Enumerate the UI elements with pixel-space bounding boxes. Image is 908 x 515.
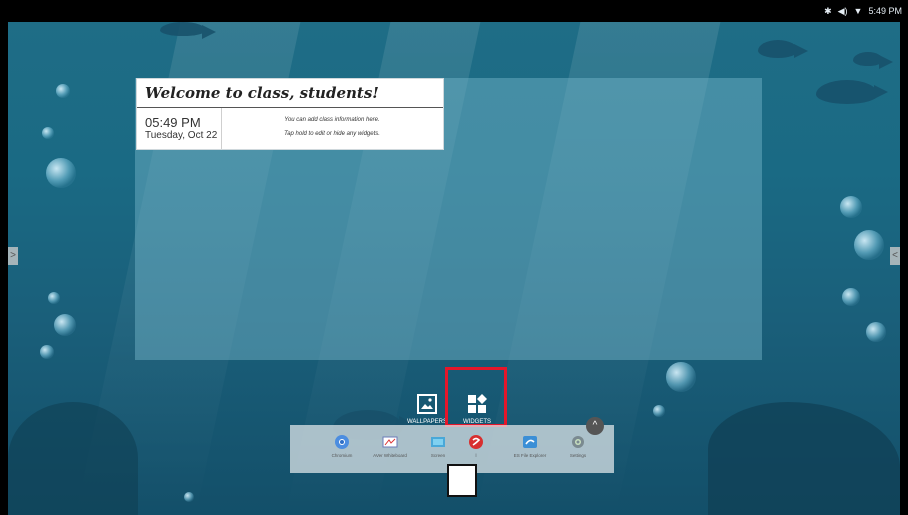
- bubble: [42, 127, 54, 139]
- fish-silhouette: [853, 52, 893, 69]
- chromium-icon: [335, 435, 349, 449]
- bubble: [54, 314, 76, 336]
- seaweed-decoration: [8, 402, 138, 515]
- bubble: [653, 405, 665, 417]
- widgets-highlight-box: [445, 367, 507, 427]
- coral-decoration: [708, 402, 900, 515]
- welcome-divider: [137, 107, 443, 108]
- blank-overlay-box: [447, 464, 477, 497]
- bubble: [184, 492, 194, 502]
- dock-app-label: Chromium: [331, 453, 353, 458]
- clock-date: Tuesday, Oct 22: [145, 130, 218, 141]
- status-bar: ✱ ◀) ▼ 5:49 PM: [0, 0, 908, 22]
- wifi-icon: ▼: [853, 6, 863, 16]
- bubble: [866, 322, 886, 342]
- bubble: [840, 196, 862, 218]
- app-red-icon: [469, 435, 483, 449]
- welcome-widget[interactable]: Welcome to class, students! 05:49 PM Tue…: [136, 78, 444, 150]
- dock-app-es-file-explorer[interactable]: ES File Explorer: [506, 434, 554, 458]
- bubble: [40, 345, 54, 359]
- whiteboard-icon: [382, 436, 398, 448]
- fish-silhouette: [758, 40, 808, 58]
- dock-app-label: Screen: [430, 453, 446, 458]
- dock-app-label: ES File Explorer: [513, 453, 547, 458]
- volume-icon: ◀): [837, 6, 848, 16]
- es-file-explorer-icon: [523, 436, 537, 448]
- wallpaper-icon: [417, 394, 437, 414]
- status-icons: ✱ ◀) ▼ 5:49 PM: [824, 5, 902, 17]
- left-edge-arrow[interactable]: >: [8, 247, 18, 265]
- status-time: 5:49 PM: [868, 6, 902, 16]
- dock-app-label: l: [475, 453, 477, 458]
- dock-app-chromium[interactable]: Chromium: [318, 434, 366, 458]
- bubble: [48, 292, 60, 304]
- dock-expand-button[interactable]: ^: [586, 417, 604, 435]
- bubble: [56, 84, 70, 98]
- settings-icon: [572, 436, 584, 448]
- bluetooth-icon: ✱: [824, 6, 832, 16]
- right-edge-arrow[interactable]: <: [890, 247, 900, 265]
- dock-app-aver-whiteboard[interactable]: AVer Whiteboard: [366, 434, 414, 458]
- clock-time: 05:49 PM: [145, 115, 201, 130]
- bubble: [842, 288, 860, 306]
- screen-share-icon: [431, 437, 445, 447]
- welcome-vertical-divider: [221, 108, 222, 149]
- class-info-line-1: You can add class information here.: [284, 117, 380, 123]
- class-info-line-2: Tap hold to edit or hide any widgets.: [284, 131, 380, 137]
- welcome-title: Welcome to class, students!: [145, 84, 379, 102]
- dock-app-settings[interactable]: Settings: [554, 434, 602, 458]
- bubble: [854, 230, 884, 260]
- dock-app-label: Settings: [569, 453, 587, 458]
- bubble: [666, 362, 696, 392]
- dock-app-red[interactable]: l: [452, 434, 500, 458]
- fish-silhouette: [816, 80, 888, 104]
- bubble: [46, 158, 76, 188]
- fish-silhouette: [160, 22, 216, 39]
- dock-app-label: AVer Whiteboard: [373, 453, 407, 458]
